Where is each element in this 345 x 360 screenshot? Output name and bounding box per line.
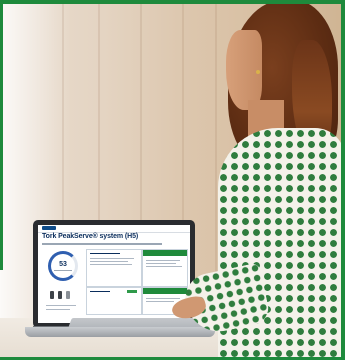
text-line [146, 263, 176, 264]
dispenser-icon [66, 291, 70, 299]
laptop-screen: Tork PeakServe® system (H5) 53 [38, 225, 190, 323]
text-line [146, 266, 182, 267]
frame-border [0, 0, 3, 270]
text-line [90, 258, 134, 259]
status-indicator [127, 290, 137, 293]
frame-border [341, 0, 345, 360]
text-line [90, 264, 132, 265]
text-line [146, 301, 174, 302]
text-line [46, 305, 76, 306]
dispenser-icon [58, 291, 62, 299]
gauge-label [54, 270, 72, 271]
frame-border [0, 0, 345, 4]
panel-heading [90, 253, 120, 254]
laptop-base [25, 327, 215, 337]
panel-header [143, 288, 187, 294]
panel-action [142, 249, 188, 287]
panel-heading [90, 291, 110, 292]
tork-logo [42, 226, 56, 230]
text-line [46, 309, 70, 310]
photo-scene: Tork PeakServe® system (H5) 53 [0, 0, 345, 360]
screen-title: Tork PeakServe® system (H5) [42, 233, 139, 240]
panel-header [143, 250, 187, 256]
gauge-value: 53 [59, 261, 67, 268]
fill-level-gauge: 53 [48, 251, 78, 281]
earring [256, 70, 260, 74]
screen-subtitle [42, 243, 162, 245]
text-line [90, 261, 128, 262]
panel-details [86, 287, 142, 315]
panel-status [86, 249, 142, 287]
screen-top-bar [38, 225, 190, 233]
text-line [146, 260, 180, 261]
dispenser-icon [50, 291, 54, 299]
text-line [146, 298, 180, 299]
